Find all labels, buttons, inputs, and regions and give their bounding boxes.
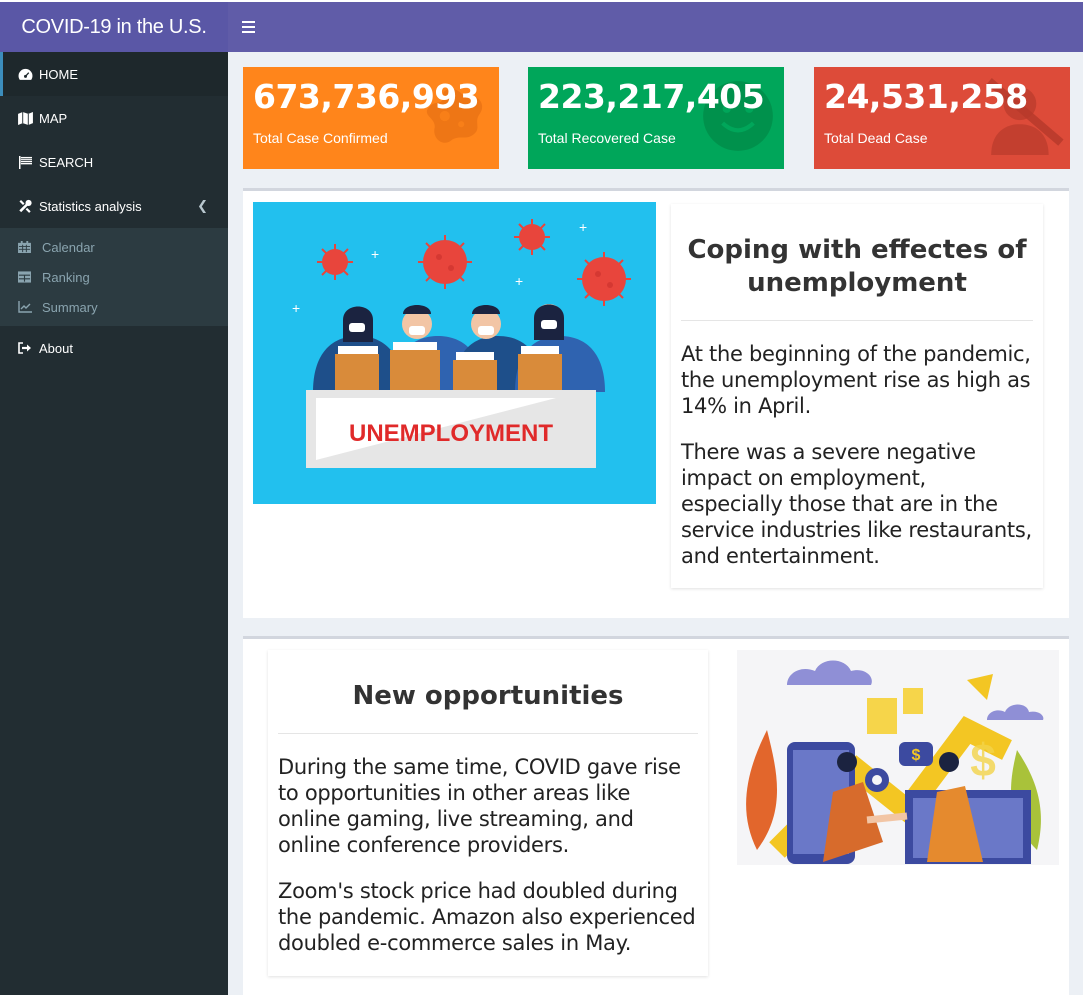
svg-text:+: + (515, 273, 523, 289)
flag-icon (16, 155, 34, 169)
sidebar-subitem-label: Calendar (42, 239, 95, 255)
sidebar: HOME MAP SEARCH Statistics analysis ❮ Ca… (0, 52, 228, 995)
divider (681, 320, 1033, 321)
divider (278, 733, 698, 734)
opportunities-section: New opportunities During the same time, … (243, 636, 1069, 995)
opportunities-card: New opportunities During the same time, … (268, 650, 708, 976)
svg-text:$: $ (970, 734, 996, 786)
section-paragraph: At the beginning of the pandemic, the un… (681, 342, 1031, 418)
section-paragraph: There was a severe negative impact on em… (681, 440, 1032, 568)
sidebar-item-label: About (39, 340, 73, 356)
svg-text:$: $ (912, 747, 921, 764)
stat-label: Total Dead Case (824, 130, 928, 146)
stat-value: 223,217,405 (538, 77, 765, 116)
sign-out-icon (16, 341, 34, 355)
sidebar-item-statistics[interactable]: Statistics analysis ❮ (0, 184, 228, 228)
section-title: Coping with effectes of unemployment (687, 235, 1027, 298)
section-title: New opportunities (352, 681, 624, 711)
unemployment-illustration: + + + + UNEMPLOYMENT (253, 202, 656, 504)
calendar-icon (18, 241, 34, 253)
top-navbar (228, 2, 1083, 52)
dead-cases-box: 24,531,258 Total Dead Case (814, 67, 1070, 169)
table-icon (18, 271, 34, 283)
unemployment-card: Coping with effectes of unemployment At … (671, 204, 1043, 588)
tools-icon (16, 199, 34, 213)
app-title[interactable]: COVID-19 in the U.S. (0, 2, 228, 52)
opportunities-illustration: $ $ (737, 650, 1059, 865)
sidebar-toggle-icon[interactable] (242, 17, 256, 37)
confirmed-cases-box: 673,736,993 Total Case Confirmed (243, 67, 499, 169)
sidebar-item-ranking[interactable]: Ranking (0, 262, 228, 292)
dashboard-icon (16, 67, 34, 81)
unemployment-section: + + + + UNEMPLOYMENT Coping with effecte… (243, 188, 1069, 618)
sidebar-item-label: Statistics analysis (39, 198, 142, 214)
sidebar-item-home[interactable]: HOME (0, 52, 228, 96)
map-icon (16, 111, 34, 125)
line-chart-icon (18, 301, 34, 313)
svg-text:+: + (371, 246, 379, 262)
sidebar-subitem-label: Ranking (42, 269, 90, 285)
unemployment-banner-text: UNEMPLOYMENT (349, 420, 553, 447)
sidebar-item-label: SEARCH (39, 154, 94, 170)
statistics-submenu: Calendar Ranking Summary (0, 228, 228, 326)
sidebar-item-map[interactable]: MAP (0, 96, 228, 140)
sidebar-item-label: HOME (39, 66, 78, 82)
recovered-cases-box: 223,217,405 Total Recovered Case (528, 67, 784, 169)
chevron-left-icon: ❮ (197, 198, 208, 213)
sidebar-item-label: MAP (39, 110, 68, 126)
section-paragraph: During the same time, COVID gave rise to… (278, 755, 681, 857)
sidebar-item-summary[interactable]: Summary (0, 292, 228, 322)
sidebar-item-search[interactable]: SEARCH (0, 140, 228, 184)
section-paragraph: Zoom's stock price had doubled during th… (278, 879, 696, 955)
stat-label: Total Recovered Case (538, 130, 676, 146)
sidebar-item-calendar[interactable]: Calendar (0, 232, 228, 262)
stat-value: 673,736,993 (253, 77, 480, 116)
svg-text:+: + (579, 219, 587, 235)
sidebar-subitem-label: Summary (42, 299, 98, 315)
stat-value: 24,531,258 (824, 77, 1028, 116)
sidebar-item-about[interactable]: About (0, 326, 228, 370)
svg-text:+: + (292, 300, 300, 316)
stat-label: Total Case Confirmed (253, 130, 388, 146)
